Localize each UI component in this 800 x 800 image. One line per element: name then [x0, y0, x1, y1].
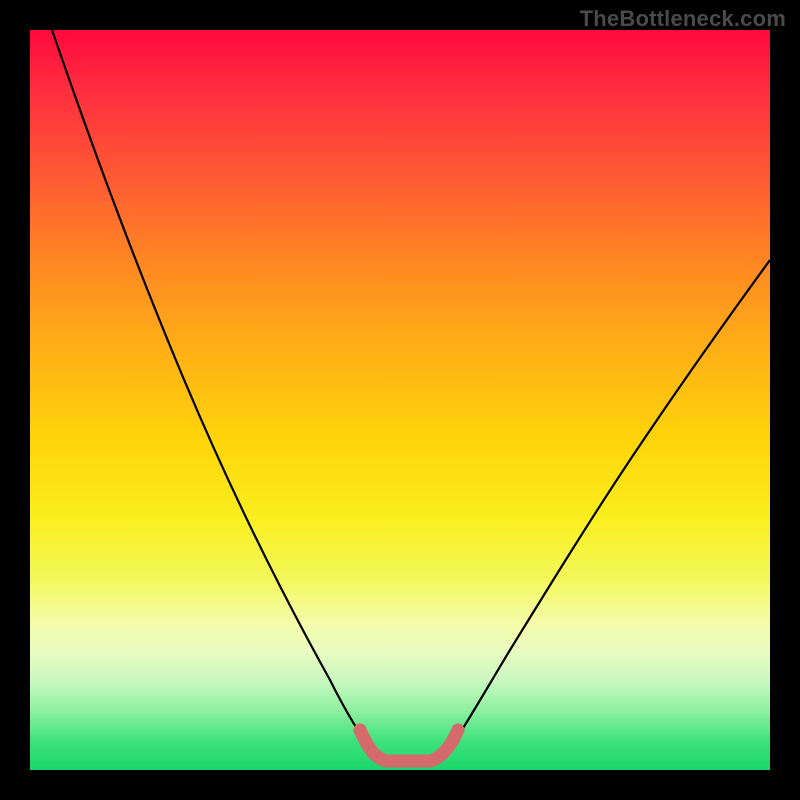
left-branch-curve [52, 30, 375, 755]
curve-layer [30, 30, 770, 770]
right-branch-curve [445, 260, 770, 755]
plot-area [30, 30, 770, 770]
valley-highlight [360, 730, 458, 761]
chart-frame: TheBottleneck.com [0, 0, 800, 800]
watermark-text: TheBottleneck.com [580, 6, 786, 32]
